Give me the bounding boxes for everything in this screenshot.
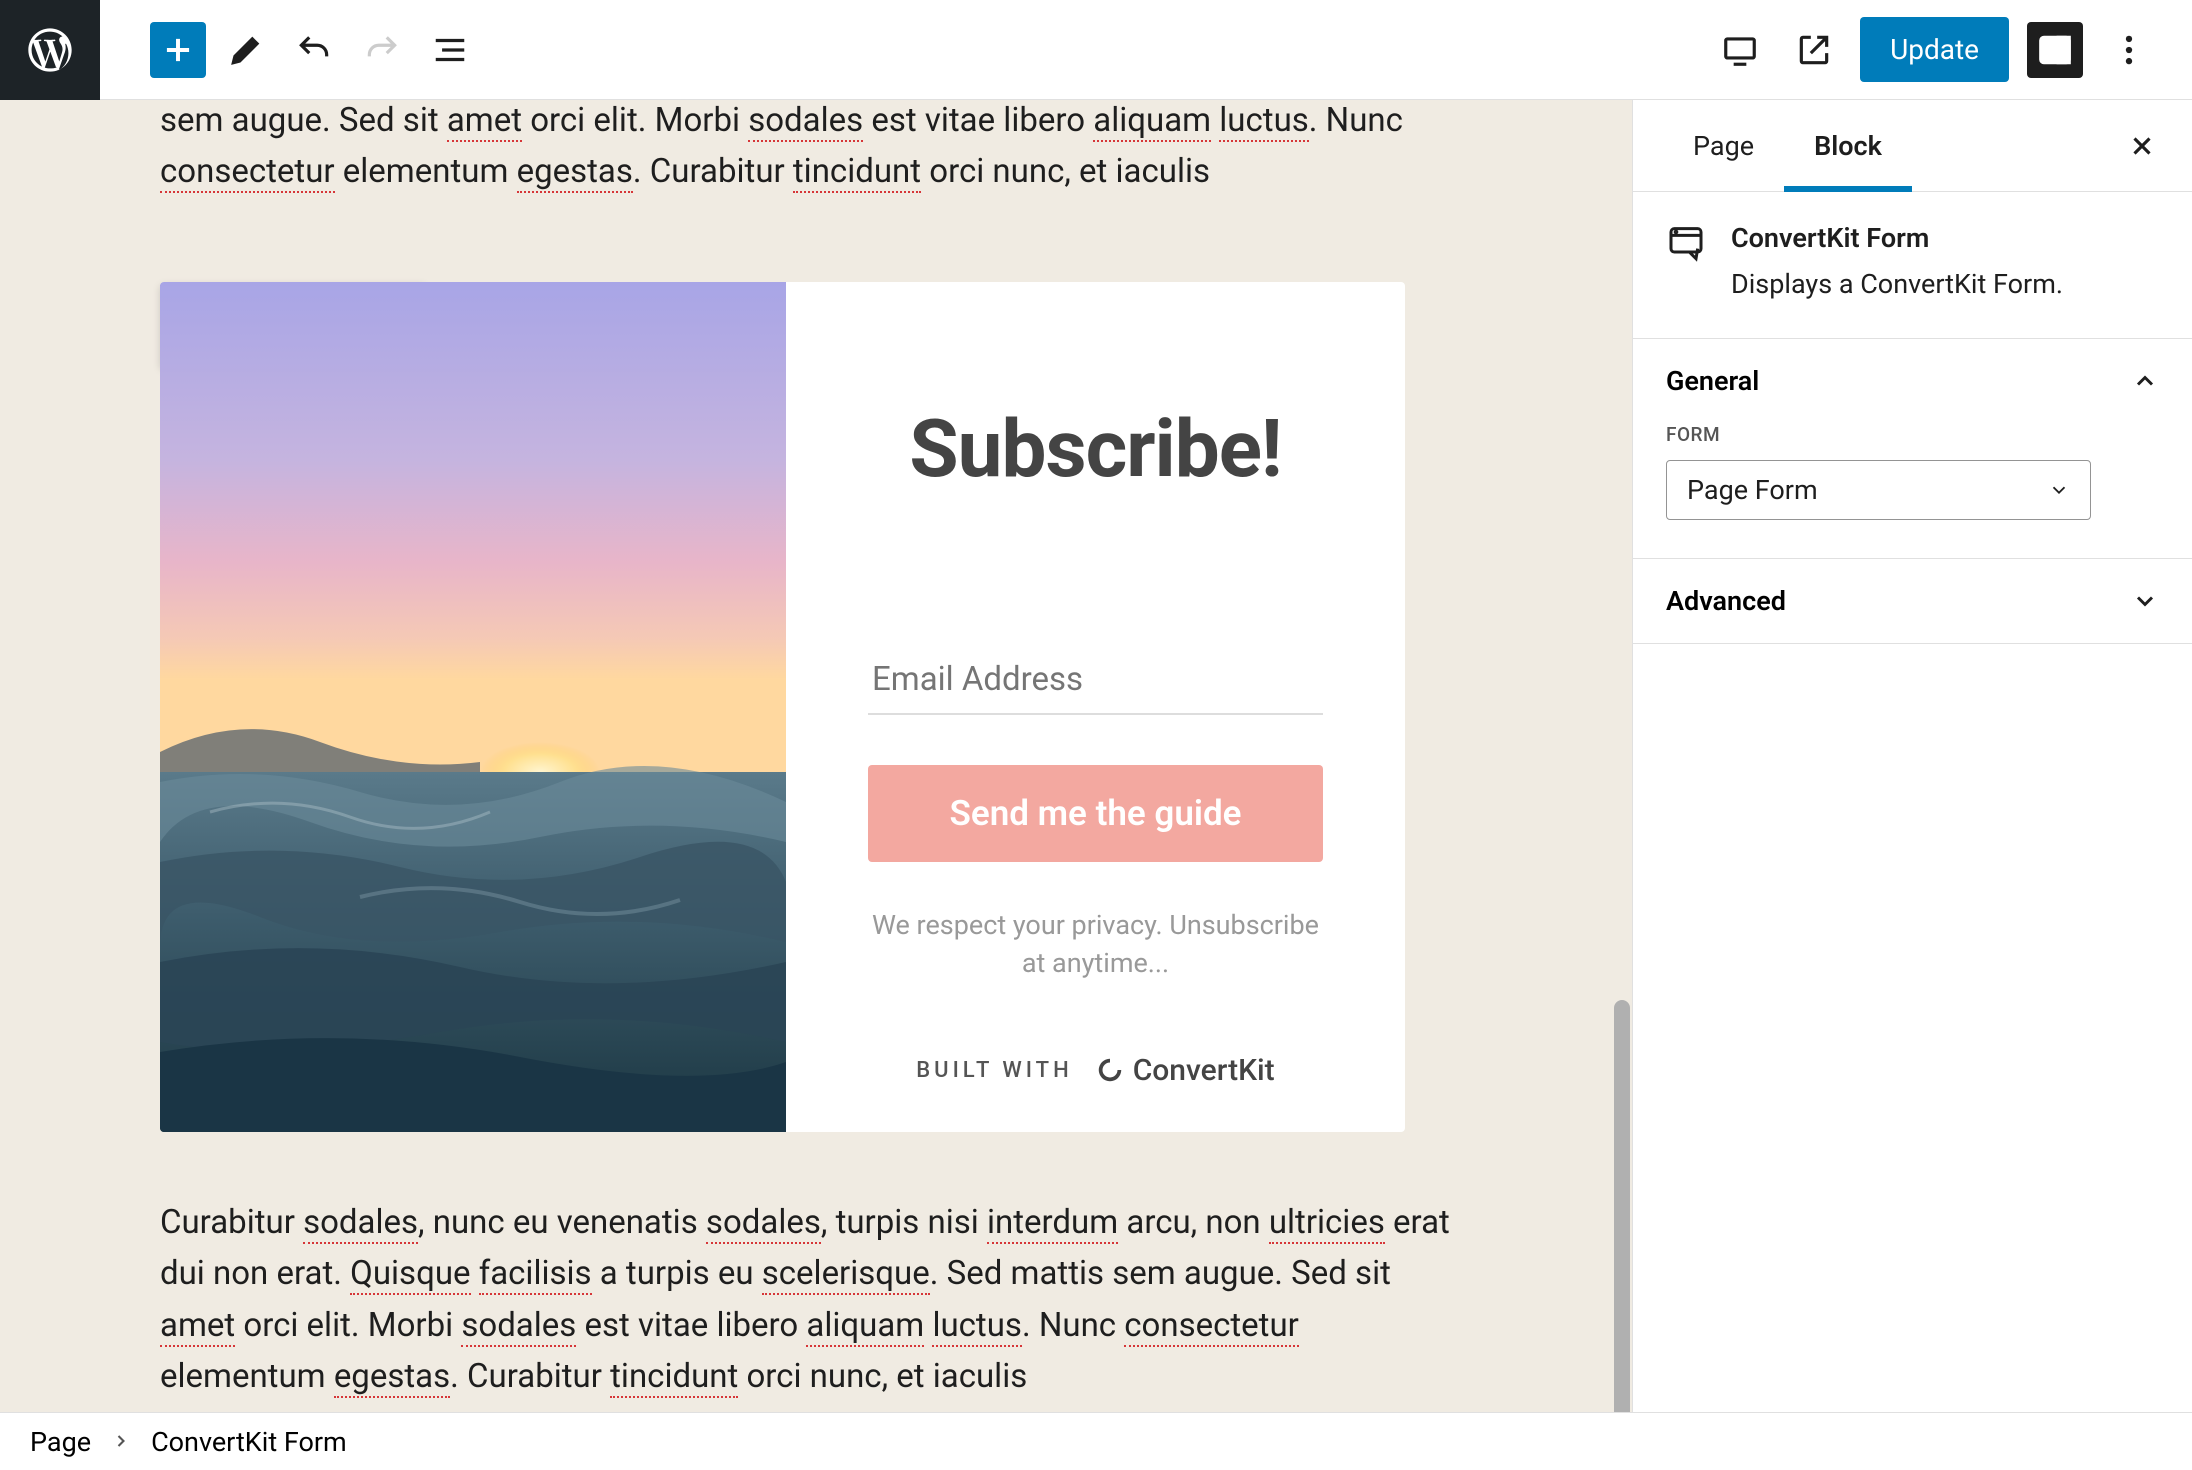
tab-block[interactable]: Block [1784,100,1912,191]
redo-icon [363,31,401,69]
form-title: Subscribe! [909,402,1281,496]
breadcrumb-current[interactable]: ConvertKit Form [151,1426,347,1458]
panel-advanced-header[interactable]: Advanced [1633,559,2192,643]
convertkit-form-icon [1666,222,1706,262]
settings-sidebar-toggle[interactable] [2027,22,2083,78]
pencil-icon [227,31,265,69]
redo-button[interactable] [354,22,410,78]
wordpress-icon [24,24,76,76]
more-options-button[interactable] [2101,22,2157,78]
toolbar-right: Update [1712,17,2192,82]
undo-icon [295,31,333,69]
edit-tool-button[interactable] [218,22,274,78]
block-card-description: Displays a ConvertKit Form. [1731,268,2063,300]
built-with-label: BUILT WITH [916,1058,1072,1083]
sidebar-icon [2036,31,2074,69]
toolbar-buttons-left [100,22,478,78]
view-button[interactable] [1712,22,1768,78]
form-select-label: FORM [1666,423,2159,446]
desktop-icon [1721,31,1759,69]
scrollbar-thumb[interactable] [1614,1000,1630,1412]
panel-general: General FORM Page Form [1633,339,2192,559]
paragraph-block[interactable]: sem augue. Sed sit amet orci elit. Morbi… [160,100,1472,197]
list-view-icon [431,31,469,69]
privacy-text: We respect your privacy. Unsubscribe at … [868,907,1323,983]
email-input[interactable] [868,646,1323,715]
form-select-value: Page Form [1687,474,1818,506]
convertkit-logo: ConvertKit [1095,1053,1275,1088]
document-overview-button[interactable] [422,22,478,78]
wordpress-logo[interactable] [0,0,100,100]
external-link-icon [1795,31,1833,69]
panel-general-header[interactable]: General [1633,339,2192,423]
preview-button[interactable] [1786,22,1842,78]
breadcrumb-root[interactable]: Page [30,1426,91,1458]
form-content: Subscribe! Send me the guide We respect … [786,282,1405,1132]
toolbar-left [0,0,478,99]
block-card-title: ConvertKit Form [1731,222,2063,254]
chevron-down-icon [2131,587,2159,615]
form-select[interactable]: Page Form [1666,460,2091,520]
chevron-right-icon [111,1426,131,1458]
block-card: ConvertKit Form Displays a ConvertKit Fo… [1633,192,2192,339]
settings-sidebar: Page Block ConvertKit Form Displays a Co… [1632,100,2192,1412]
close-icon [2127,131,2157,161]
breadcrumbs: Page ConvertKit Form [0,1412,2192,1470]
undo-button[interactable] [286,22,342,78]
form-image [160,282,786,1132]
plus-icon [159,31,197,69]
dots-vertical-icon [2110,31,2148,69]
panel-advanced-title: Advanced [1666,585,1786,617]
panel-advanced: Advanced [1633,559,2192,644]
panel-general-title: General [1666,365,1759,397]
sidebar-tabs: Page Block [1633,100,2192,192]
chevron-up-icon [2131,367,2159,395]
main-area: sem augue. Sed sit amet orci elit. Morbi… [0,100,2192,1412]
editor-canvas[interactable]: sem augue. Sed sit amet orci elit. Morbi… [0,100,1632,1412]
submit-button[interactable]: Send me the guide [868,765,1323,862]
chevron-down-icon [2048,479,2070,501]
scrollbar[interactable] [1612,100,1632,1412]
block-card-text: ConvertKit Form Displays a ConvertKit Fo… [1731,222,2063,300]
update-button[interactable]: Update [1860,17,2009,82]
convertkit-form-block[interactable]: Subscribe! Send me the guide We respect … [160,282,1405,1132]
tab-page[interactable]: Page [1663,100,1784,191]
close-sidebar-button[interactable] [2122,126,2162,166]
convertkit-brand-text: ConvertKit [1133,1053,1275,1088]
sunset-image [160,282,786,1132]
paragraph-block[interactable]: Curabitur sodales, nunc eu venenatis sod… [160,1197,1472,1402]
convertkit-icon [1095,1055,1125,1085]
panel-general-body: FORM Page Form [1633,423,2192,558]
top-toolbar: Update [0,0,2192,100]
built-with: BUILT WITH ConvertKit [916,1053,1274,1088]
add-block-button[interactable] [150,22,206,78]
